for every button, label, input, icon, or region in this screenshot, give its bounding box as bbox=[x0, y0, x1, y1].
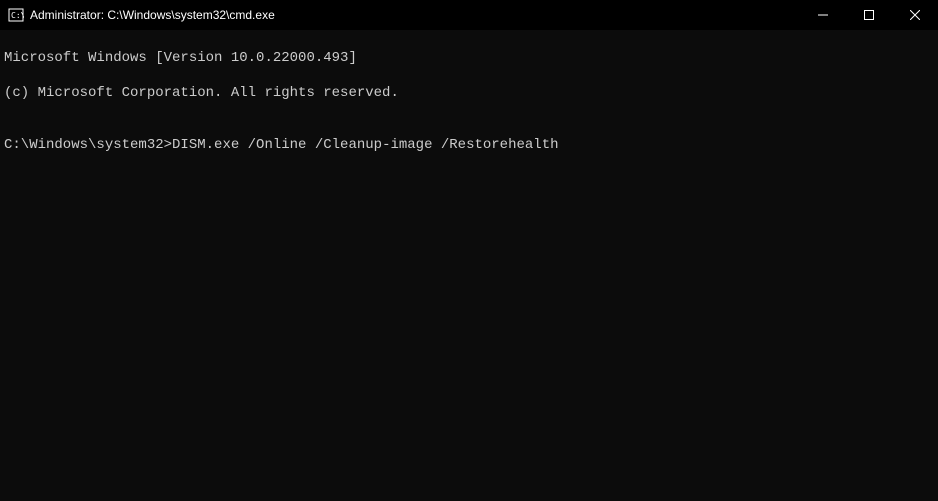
svg-text:C:\: C:\ bbox=[11, 11, 24, 20]
window-title: Administrator: C:\Windows\system32\cmd.e… bbox=[30, 8, 275, 22]
close-button[interactable] bbox=[892, 0, 938, 30]
command-input[interactable]: DISM.exe /Online /Cleanup-image /Restore… bbox=[172, 137, 558, 155]
version-line: Microsoft Windows [Version 10.0.22000.49… bbox=[4, 50, 934, 68]
prompt-line: C:\Windows\system32>DISM.exe /Online /Cl… bbox=[4, 137, 934, 155]
prompt-path: C:\Windows\system32> bbox=[4, 137, 172, 155]
cmd-icon: C:\ bbox=[8, 7, 24, 23]
window-titlebar: C:\ Administrator: C:\Windows\system32\c… bbox=[0, 0, 938, 30]
titlebar-left: C:\ Administrator: C:\Windows\system32\c… bbox=[8, 7, 275, 23]
minimize-button[interactable] bbox=[800, 0, 846, 30]
terminal-output[interactable]: Microsoft Windows [Version 10.0.22000.49… bbox=[0, 30, 938, 501]
copyright-line: (c) Microsoft Corporation. All rights re… bbox=[4, 85, 934, 103]
window-controls bbox=[800, 0, 938, 30]
maximize-button[interactable] bbox=[846, 0, 892, 30]
